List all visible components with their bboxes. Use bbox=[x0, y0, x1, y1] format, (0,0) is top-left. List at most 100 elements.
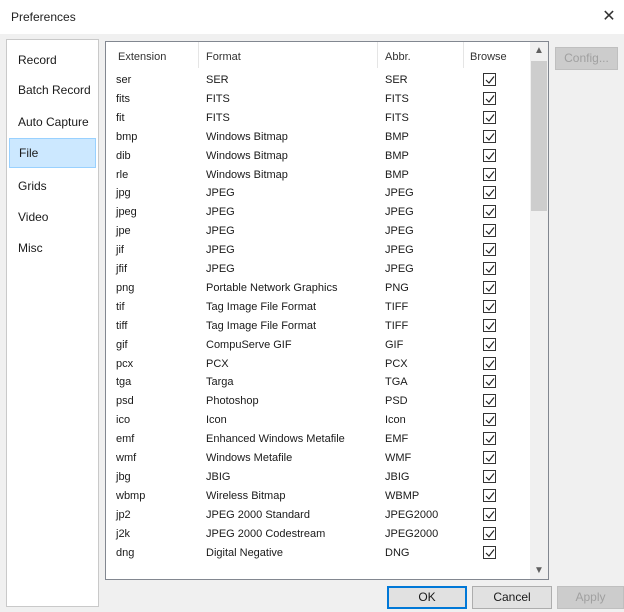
checkmark-icon bbox=[485, 321, 495, 330]
table-row[interactable]: jp2 JPEG 2000 Standard JPEG2000 bbox=[106, 505, 530, 523]
browse-checkbox[interactable] bbox=[483, 262, 496, 275]
format-cell: SER bbox=[206, 74, 229, 86]
table-row[interactable]: jif JPEG JPEG bbox=[106, 240, 530, 258]
browse-checkbox[interactable] bbox=[483, 526, 496, 540]
browse-checkbox[interactable] bbox=[483, 318, 496, 332]
browse-checkbox[interactable] bbox=[483, 413, 496, 427]
table-row[interactable]: tiff Tag Image File Format TIFF bbox=[106, 316, 530, 334]
table-row[interactable]: png Portable Network Graphics PNG bbox=[106, 278, 530, 296]
config-button[interactable]: Config... bbox=[555, 47, 618, 70]
cancel-button[interactable]: Cancel bbox=[472, 586, 552, 609]
table-row[interactable]: jbg JBIG JBIG bbox=[106, 467, 530, 485]
table-row[interactable]: pcx PCX PCX bbox=[106, 354, 530, 372]
browse-checkbox[interactable] bbox=[483, 488, 496, 502]
checkmark-icon bbox=[485, 132, 495, 141]
browse-checkbox[interactable] bbox=[483, 129, 496, 143]
nav-item-video[interactable]: Video bbox=[7, 202, 98, 232]
browse-checkbox[interactable] bbox=[483, 73, 496, 86]
table-row[interactable]: ico Icon Icon bbox=[106, 410, 530, 428]
browse-checkbox[interactable] bbox=[483, 110, 496, 124]
abbr-cell: Icon bbox=[385, 414, 406, 427]
apply-button[interactable]: Apply bbox=[557, 586, 624, 609]
column-header-browse[interactable]: Browse bbox=[470, 42, 507, 68]
scrollbar-thumb[interactable] bbox=[531, 61, 547, 211]
format-cell: JBIG bbox=[206, 470, 231, 483]
table-row[interactable]: gif CompuServe GIF GIF bbox=[106, 335, 530, 353]
table-row[interactable]: wbmp Wireless Bitmap WBMP bbox=[106, 486, 530, 504]
checkmark-icon bbox=[485, 548, 495, 557]
table-row[interactable]: dib Windows Bitmap BMP bbox=[106, 146, 530, 164]
chevron-up-icon[interactable]: ▲ bbox=[530, 42, 548, 59]
browse-checkbox[interactable] bbox=[483, 356, 496, 370]
column-header-extension[interactable]: Extension bbox=[118, 42, 166, 68]
browse-checkbox[interactable] bbox=[483, 148, 496, 162]
browse-checkbox[interactable] bbox=[483, 507, 496, 521]
browse-checkbox[interactable] bbox=[483, 545, 496, 559]
format-cell: JPEG bbox=[206, 244, 235, 257]
extension-cell: fits bbox=[116, 92, 131, 105]
table-row[interactable]: bmp Windows Bitmap BMP bbox=[106, 127, 530, 145]
browse-checkbox[interactable] bbox=[483, 243, 496, 257]
extension-cell: jpe bbox=[116, 225, 131, 238]
extension-cell: dng bbox=[116, 546, 135, 559]
table-row[interactable]: fit FITS FITS bbox=[106, 108, 530, 126]
browse-checkbox[interactable] bbox=[483, 394, 496, 408]
browse-checkbox[interactable] bbox=[483, 205, 496, 219]
column-separator[interactable] bbox=[198, 42, 199, 68]
table-row[interactable]: tif Tag Image File Format TIFF bbox=[106, 297, 530, 315]
abbr-cell: JPEG2000 bbox=[385, 508, 439, 521]
checkmark-icon bbox=[485, 435, 495, 444]
browse-checkbox[interactable] bbox=[483, 186, 496, 200]
table-row[interactable]: psd Photoshop PSD bbox=[106, 391, 530, 409]
ok-button[interactable]: OK bbox=[387, 586, 467, 609]
checkmark-icon bbox=[485, 208, 495, 217]
table-row[interactable]: tga Targa TGA bbox=[106, 372, 530, 390]
nav-item-grids[interactable]: Grids bbox=[7, 171, 98, 201]
column-separator[interactable] bbox=[377, 42, 378, 68]
format-cell: Portable Network Graphics bbox=[206, 281, 338, 294]
browse-checkbox[interactable] bbox=[483, 224, 496, 238]
table-row[interactable]: jfif JPEG JPEG bbox=[106, 259, 530, 277]
format-cell: JPEG bbox=[206, 206, 235, 219]
table-row[interactable]: jpeg JPEG JPEG bbox=[106, 202, 530, 220]
vertical-scrollbar[interactable]: ▲ ▼ bbox=[530, 42, 548, 579]
table-row[interactable]: dng Digital Negative DNG bbox=[106, 543, 530, 561]
browse-checkbox[interactable] bbox=[483, 469, 496, 483]
browse-checkbox[interactable] bbox=[483, 91, 496, 105]
extension-cell: ico bbox=[116, 414, 131, 427]
table-row[interactable]: j2k JPEG 2000 Codestream JPEG2000 bbox=[106, 524, 530, 542]
column-header-format[interactable]: Format bbox=[206, 42, 241, 68]
table-row[interactable]: jpe JPEG JPEG bbox=[106, 221, 530, 239]
table-row[interactable]: emf Enhanced Windows Metafile EMF bbox=[106, 429, 530, 447]
checkmark-icon bbox=[485, 510, 495, 519]
nav-item-file[interactable]: File bbox=[9, 138, 96, 168]
browse-checkbox[interactable] bbox=[483, 167, 496, 181]
browse-checkbox[interactable] bbox=[483, 280, 496, 294]
browse-checkbox[interactable] bbox=[483, 299, 496, 313]
nav-item-batch-record[interactable]: Batch Record bbox=[7, 75, 98, 105]
file-format-list[interactable]: Extension Format Abbr. Browse ser SER SER f… bbox=[105, 41, 549, 580]
table-row[interactable]: ser SER SER bbox=[106, 70, 530, 88]
table-row[interactable]: jpg JPEG JPEG bbox=[106, 183, 530, 201]
browse-checkbox[interactable] bbox=[483, 451, 496, 464]
abbr-cell: WMF bbox=[385, 452, 412, 464]
nav-item-misc[interactable]: Misc bbox=[7, 233, 98, 263]
extension-cell: dib bbox=[116, 149, 131, 162]
chevron-down-icon[interactable]: ▼ bbox=[530, 562, 548, 579]
table-row[interactable]: rle Windows Bitmap BMP bbox=[106, 165, 530, 183]
extension-cell: gif bbox=[116, 338, 128, 351]
browse-checkbox[interactable] bbox=[483, 432, 496, 446]
browse-checkbox[interactable] bbox=[483, 375, 496, 389]
close-icon[interactable]: ✕ bbox=[594, 6, 624, 28]
nav-item-auto-capture[interactable]: Auto Capture bbox=[7, 107, 98, 137]
format-cell: Windows Bitmap bbox=[206, 130, 288, 143]
column-header-abbr[interactable]: Abbr. bbox=[385, 42, 411, 68]
column-separator[interactable] bbox=[463, 42, 464, 68]
nav-item-record[interactable]: Record bbox=[7, 45, 98, 75]
browse-checkbox[interactable] bbox=[483, 337, 496, 351]
checkmark-icon bbox=[485, 265, 495, 273]
abbr-cell: GIF bbox=[385, 338, 404, 351]
table-row[interactable]: wmf Windows Metafile WMF bbox=[106, 448, 530, 466]
abbr-cell: PCX bbox=[385, 357, 408, 370]
table-row[interactable]: fits FITS FITS bbox=[106, 89, 530, 107]
